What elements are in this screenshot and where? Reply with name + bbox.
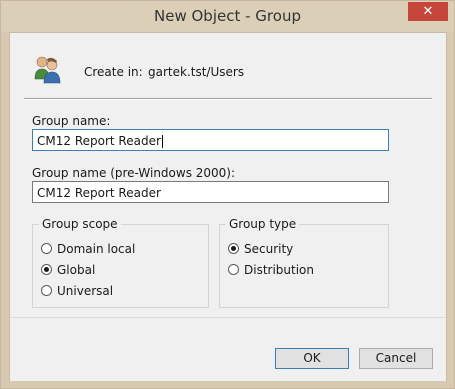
radio-selected-dot <box>44 267 49 272</box>
group-name-pre2000-label: Group name (pre-Windows 2000): <box>32 166 236 180</box>
group-scope-box: Group scope Domain local Global Universa… <box>32 217 209 308</box>
users-icon <box>34 56 61 84</box>
radio-circle <box>41 285 52 296</box>
group-type-title: Group type <box>226 217 300 231</box>
group-scope-title: Group scope <box>39 217 121 231</box>
create-in-label: Create in: <box>84 65 143 79</box>
group-type-box: Group type Security Distribution <box>219 217 389 308</box>
text-caret <box>161 135 163 148</box>
close-button[interactable]: ✕ <box>408 2 448 21</box>
radio-label: Distribution <box>244 263 315 277</box>
ok-button[interactable]: OK <box>275 348 349 369</box>
dialog-header: Create in: gartek.tst/Users <box>10 33 446 95</box>
radio-label: Universal <box>57 284 114 298</box>
radio-label: Security <box>244 242 294 256</box>
radio-circle <box>228 264 239 275</box>
radio-circle <box>228 243 239 254</box>
cancel-button[interactable]: Cancel <box>359 348 433 369</box>
group-name-value: CM12 Report Reader <box>37 134 161 148</box>
dialog-window: New Object - Group ✕ Create in: gartek.t… <box>0 0 455 389</box>
close-icon: ✕ <box>422 4 434 19</box>
separator <box>24 98 432 100</box>
radio-circle <box>41 264 52 275</box>
radio-circle <box>41 243 52 254</box>
group-name-pre2000-value: CM12 Report Reader <box>37 186 161 200</box>
group-name-label: Group name: <box>32 114 111 128</box>
button-bar: OK Cancel <box>10 317 446 381</box>
dialog-client: Create in: gartek.tst/Users Group name: … <box>9 32 447 381</box>
create-in-value: gartek.tst/Users <box>148 65 245 79</box>
radio-label: Domain local <box>57 242 136 256</box>
radio-label: Global <box>57 263 96 277</box>
group-name-pre2000-input[interactable]: CM12 Report Reader <box>32 181 389 203</box>
radio-selected-dot <box>231 246 236 251</box>
group-name-input[interactable]: CM12 Report Reader <box>32 129 389 151</box>
title-bar[interactable]: New Object - Group ✕ <box>1 1 454 32</box>
window-title: New Object - Group <box>154 7 301 25</box>
